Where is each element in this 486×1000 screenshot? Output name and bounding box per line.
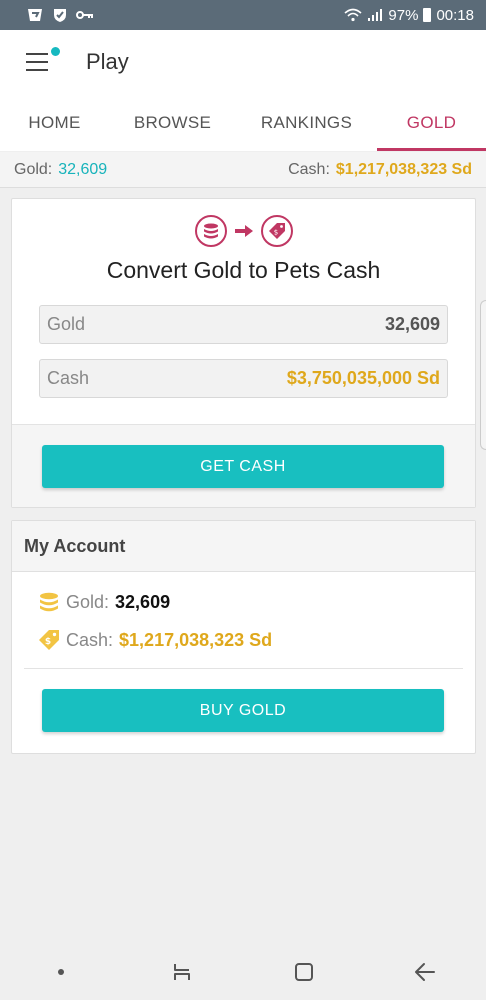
status-bar: 97% 00:18	[0, 0, 486, 30]
notification-dot	[51, 47, 60, 56]
edge-panel-handle[interactable]	[480, 300, 486, 450]
convert-card-footer: GET CASH	[12, 424, 475, 507]
home-icon[interactable]	[284, 952, 324, 992]
battery-icon	[423, 8, 432, 22]
hamburger-menu-icon[interactable]	[26, 47, 60, 71]
app-icon	[28, 9, 42, 21]
key-icon	[76, 11, 93, 19]
account-gold-label: Gold:	[66, 591, 110, 612]
svg-text:$: $	[45, 637, 51, 647]
cash-balance-value: $1,217,038,323 Sd	[335, 160, 472, 178]
cash-amount-field[interactable]: Cash $3,750,035,000 Sd	[39, 359, 448, 398]
convert-title: Convert Gold to Pets Cash	[106, 257, 381, 283]
back-icon[interactable]	[405, 952, 445, 992]
get-cash-button[interactable]: GET CASH	[42, 445, 444, 488]
recent-apps-icon[interactable]	[162, 952, 202, 992]
svg-text:$: $	[273, 229, 277, 237]
gold-balance: Gold: 32,609	[14, 161, 107, 179]
tab-rankings[interactable]: RANKINGS	[236, 94, 377, 151]
gold-amount-field[interactable]: Gold 32,609	[39, 305, 448, 344]
status-icons-left	[26, 7, 94, 23]
arrow-right-icon	[234, 225, 253, 237]
gold-field-label: Gold	[47, 314, 86, 334]
account-header: My Account	[12, 521, 475, 572]
battery-percent: 97%	[388, 6, 419, 24]
system-nav-bar	[0, 944, 486, 1000]
cash-tag-icon: $	[260, 215, 293, 247]
tab-bar: HOME BROWSE RANKINGS GOLD	[0, 94, 486, 151]
buy-gold-button[interactable]: BUY GOLD	[42, 689, 444, 732]
cash-balance: Cash: $1,217,038,323 Sd	[288, 161, 472, 179]
convert-card: $ Convert Gold to Pets Cash Gold 32,609 …	[11, 198, 476, 508]
gold-field-value: 32,609	[384, 314, 440, 334]
page-title: Play	[86, 49, 129, 74]
gold-balance-label: Gold:	[14, 160, 53, 178]
cash-tag-icon: $	[39, 630, 59, 650]
gold-balance-value: 32,609	[58, 160, 108, 178]
shield-icon	[54, 9, 66, 22]
tab-browse[interactable]: BROWSE	[109, 94, 236, 151]
account-cash-value: $1,217,038,323 Sd	[119, 629, 273, 650]
convert-icons: $	[12, 215, 475, 247]
account-cash-line: $ Cash: $1,217,038,323 Sd	[38, 629, 272, 651]
status-icons-right: 97% 00:18	[344, 7, 474, 24]
account-card: My Account Gold: 32,609 $ Cash: $1,217,0…	[11, 520, 476, 754]
tab-home[interactable]: HOME	[0, 94, 109, 151]
account-gold-value: 32,609	[115, 591, 171, 612]
cash-balance-label: Cash:	[288, 160, 330, 178]
cash-field-value: $3,750,035,000 Sd	[286, 368, 440, 388]
account-cash-label: Cash:	[66, 629, 114, 650]
account-gold-line: Gold: 32,609	[38, 591, 170, 613]
gold-coins-icon	[194, 215, 227, 247]
signal-icon	[368, 9, 383, 21]
dot-icon[interactable]	[41, 952, 81, 992]
wifi-icon	[344, 8, 362, 22]
gold-coins-icon	[40, 592, 58, 612]
tab-gold[interactable]: GOLD	[377, 94, 486, 151]
cash-field-label: Cash	[47, 368, 90, 388]
app-bar: Play	[0, 30, 486, 94]
balance-bar: Gold: 32,609 Cash: $1,217,038,323 Sd	[0, 152, 486, 188]
clock: 00:18	[436, 6, 474, 24]
divider	[24, 668, 463, 669]
